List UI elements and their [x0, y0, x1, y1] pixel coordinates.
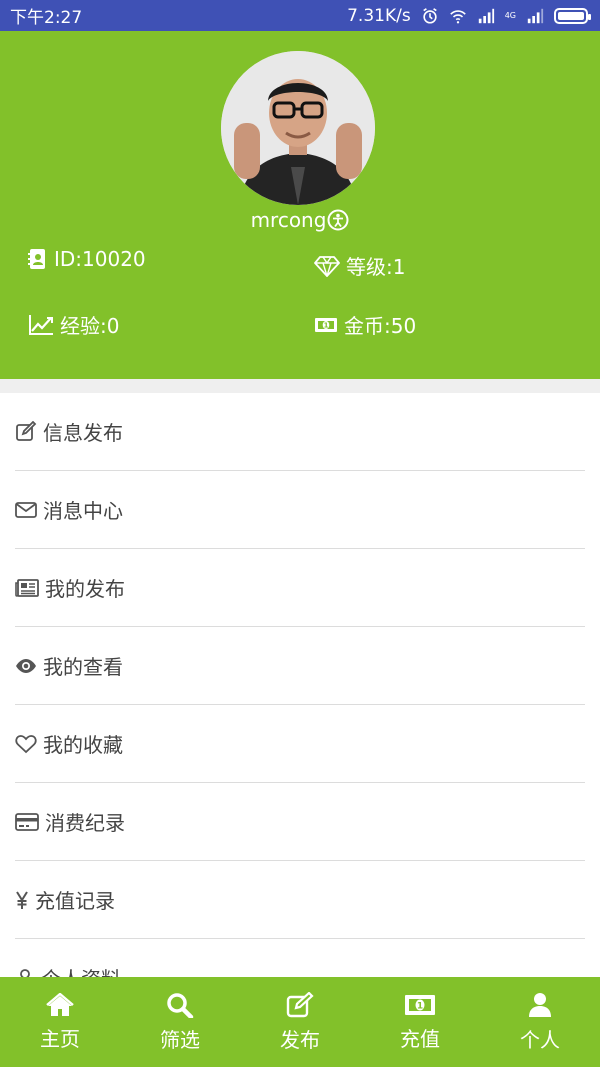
tab-personal[interactable]: 个人 — [480, 977, 600, 1067]
username: mrcong — [250, 208, 327, 232]
menu-item-spending[interactable]: 消费纪录 — [15, 783, 585, 861]
stat-level: 等级:1 — [314, 251, 405, 280]
status-bar: 下午2:27 7.31K/s 4G — [0, 0, 600, 31]
menu-item-messages[interactable]: 消息中心 — [15, 471, 585, 549]
svg-text:1: 1 — [324, 321, 329, 329]
section-separator — [0, 379, 600, 393]
tab-label: 主页 — [40, 1026, 80, 1051]
user-coins: 金币:50 — [344, 314, 417, 338]
menu-item-recharge[interactable]: 充值记录 — [15, 861, 585, 939]
menu-item-label: 我的查看 — [43, 655, 123, 679]
money-icon: 1 — [315, 317, 337, 332]
tab-label: 充值 — [400, 1026, 440, 1051]
id-card-icon — [28, 249, 45, 269]
tab-recharge[interactable]: 1 充值 — [360, 977, 480, 1067]
envelope-icon — [15, 501, 37, 518]
profile-header: mrcong ID:10020 等级:1 经验:0 1 金币:50 — [0, 31, 600, 379]
eye-icon — [16, 658, 36, 673]
alarm-icon — [422, 7, 437, 24]
wifi-icon — [449, 9, 466, 23]
tab-label: 个人 — [520, 1027, 560, 1052]
svg-text:1: 1 — [417, 1001, 423, 1011]
tab-label: 筛选 — [160, 1027, 200, 1052]
username-row: mrcong — [0, 208, 600, 232]
avatar[interactable] — [221, 51, 375, 205]
user-icon — [20, 968, 30, 977]
menu-item-label: 我的发布 — [45, 577, 125, 601]
signal-icon — [478, 8, 494, 23]
credit-card-icon — [15, 812, 39, 831]
yen-icon — [16, 890, 28, 909]
menu-item-profile[interactable]: 个人资料 — [15, 939, 585, 977]
edit-icon — [16, 420, 37, 441]
user-id: ID:10020 — [54, 247, 146, 271]
gender-male-icon — [327, 209, 349, 231]
user-icon — [529, 992, 551, 1017]
stat-id: ID:10020 — [28, 247, 146, 271]
signal-icon-2 — [527, 8, 544, 23]
menu-item-label: 我的收藏 — [43, 733, 123, 757]
heart-icon — [15, 734, 37, 753]
search-icon — [167, 992, 194, 1018]
status-speed: 7.31K/s — [347, 5, 411, 26]
tab-label: 发布 — [280, 1027, 320, 1052]
menu-item-favorites[interactable]: 我的收藏 — [15, 705, 585, 783]
tab-publish[interactable]: 发布 — [240, 977, 360, 1067]
line-chart-icon — [29, 314, 53, 335]
menu-item-publish[interactable]: 信息发布 — [15, 393, 585, 471]
newspaper-icon — [15, 578, 39, 597]
menu-item-label: 信息发布 — [43, 421, 123, 445]
battery-icon — [554, 7, 591, 24]
status-time: 下午2:27 — [10, 8, 83, 28]
stat-experience: 经验:0 — [28, 310, 119, 339]
menu-item-label: 消息中心 — [43, 499, 123, 523]
network-type: 4G — [504, 11, 516, 20]
edit-icon — [286, 991, 314, 1017]
home-icon — [46, 992, 74, 1016]
tab-filter[interactable]: 筛选 — [120, 977, 240, 1067]
menu-item-my-views[interactable]: 我的查看 — [15, 627, 585, 705]
menu-item-my-posts[interactable]: 我的发布 — [15, 549, 585, 627]
stat-coins: 1 金币:50 — [314, 310, 416, 339]
user-experience: 经验:0 — [60, 314, 120, 338]
user-level: 等级:1 — [346, 255, 406, 279]
bottom-tab-bar: 主页 筛选 发布 1 充值 个人 — [0, 977, 600, 1067]
menu-list: 信息发布 消息中心 我的发布 我的查看 我的收藏 消费纪录 充值记录 — [0, 393, 600, 977]
status-icons: 7.31K/s 4G — [347, 5, 591, 26]
diamond-icon — [314, 255, 340, 277]
tab-home[interactable]: 主页 — [0, 977, 120, 1067]
menu-item-label: 消费纪录 — [45, 811, 125, 835]
avatar-image — [221, 51, 375, 205]
money-icon: 1 — [405, 994, 435, 1015]
menu-item-label: 个人资料 — [41, 963, 121, 977]
menu-item-label: 充值记录 — [35, 889, 115, 913]
